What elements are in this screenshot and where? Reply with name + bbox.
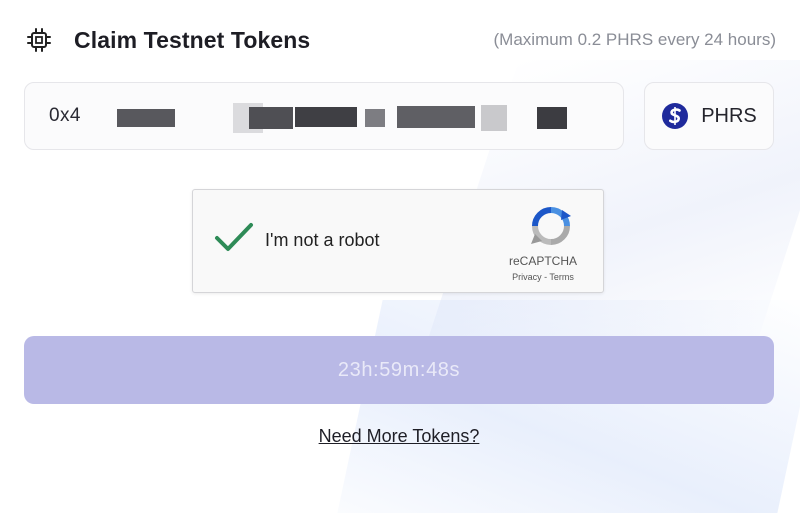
page-title: Claim Testnet Tokens: [74, 26, 311, 53]
recaptcha-privacy-terms-links[interactable]: Privacy - Terms: [493, 272, 593, 282]
chip-icon: [26, 27, 52, 53]
pharos-token-icon: [661, 102, 689, 130]
redacted-address-block: [397, 106, 475, 128]
title-group: Claim Testnet Tokens: [26, 27, 310, 54]
recaptcha-brand: reCAPTCHA: [508, 254, 577, 268]
redacted-address-block: [295, 107, 357, 127]
redacted-address-block: [249, 107, 293, 129]
token-symbol: PHRS: [701, 104, 757, 127]
recaptcha-logo-icon: [529, 204, 573, 248]
claim-button-countdown[interactable]: 23h:59m:48s: [24, 336, 774, 404]
redacted-address-block: [481, 105, 507, 131]
captcha-label: I'm not a robot: [265, 230, 380, 250]
wallet-address-value: 0x4: [49, 105, 81, 126]
claim-limit-note: (Maximum 0.2 PHRS every 24 hours): [493, 30, 776, 49]
redacted-address-block: [537, 107, 567, 129]
need-more-tokens-link[interactable]: Need More Tokens?: [0, 426, 798, 447]
redacted-address-block: [365, 109, 385, 127]
background-decoration: [337, 300, 800, 513]
token-selector[interactable]: PHRS: [644, 82, 774, 150]
wallet-address-input[interactable]: 0x4: [24, 82, 624, 150]
faucet-header: Claim Testnet Tokens (Maximum 0.2 PHRS e…: [26, 24, 776, 56]
redacted-address-block: [117, 109, 175, 127]
recaptcha-widget[interactable]: I'm not a robot reCAPTCHA Privacy - Term…: [192, 189, 604, 293]
checkmark-icon[interactable]: [213, 220, 255, 256]
